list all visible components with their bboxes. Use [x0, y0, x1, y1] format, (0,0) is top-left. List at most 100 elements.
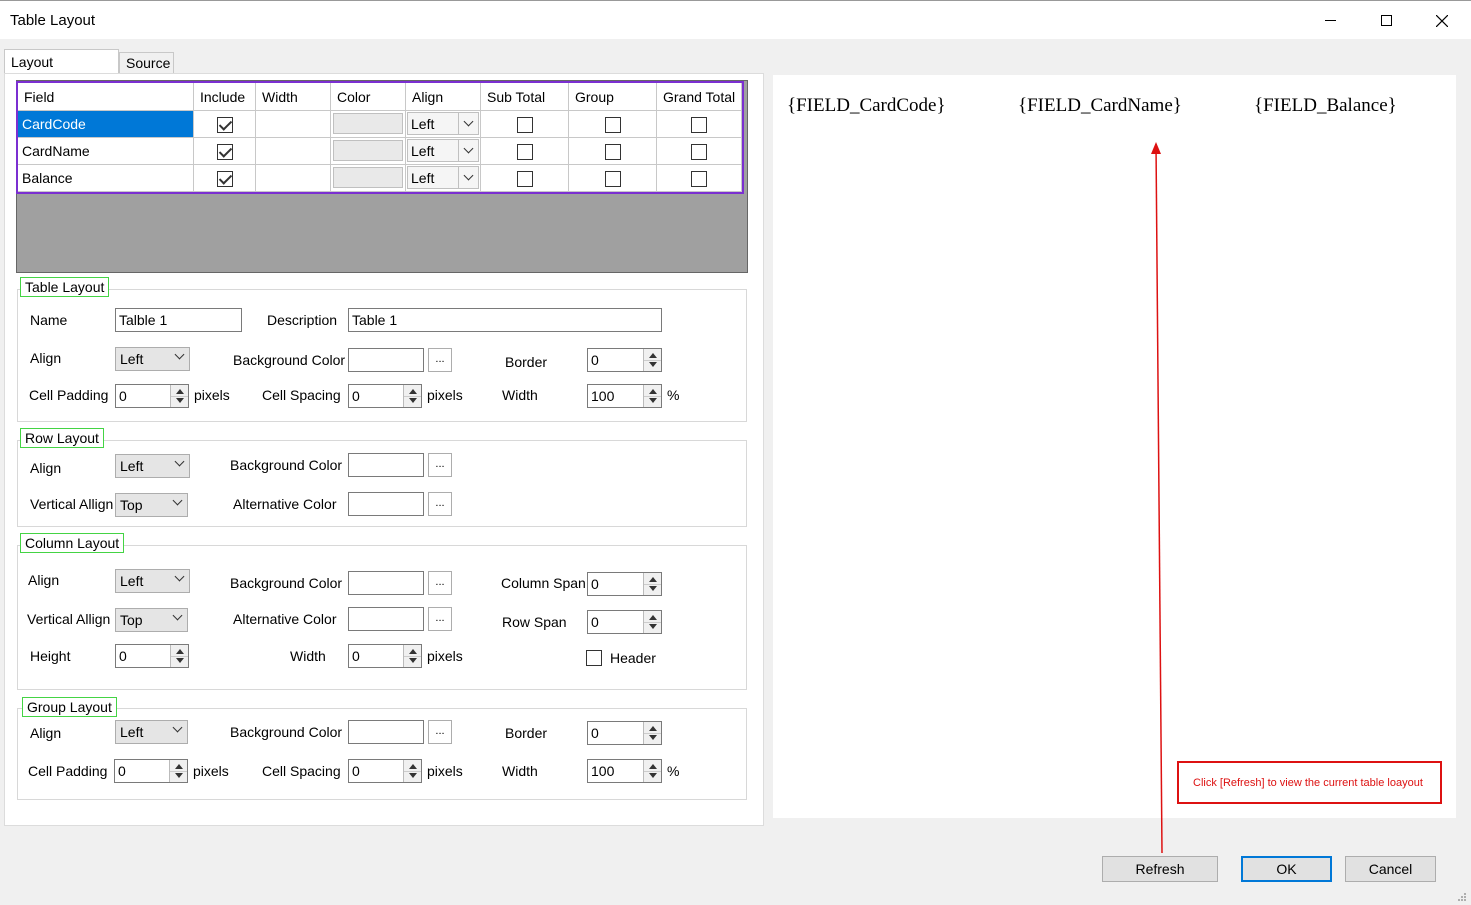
column-bg-color-input[interactable] — [348, 571, 424, 595]
grid-cell-include[interactable] — [194, 165, 256, 192]
grid-header-grand-total[interactable]: Grand Total — [657, 83, 742, 111]
grid-cell-grand-total[interactable] — [657, 165, 742, 192]
spin-down-icon[interactable] — [409, 658, 417, 663]
table-cell-spacing-stepper[interactable]: 0 — [348, 384, 422, 408]
table-width-stepper[interactable]: 100 — [587, 384, 662, 408]
spin-up-icon[interactable] — [649, 389, 657, 394]
grid-cell-field[interactable]: CardCode — [18, 111, 194, 138]
cancel-button[interactable]: Cancel — [1345, 856, 1436, 882]
table-border-stepper[interactable]: 0 — [587, 348, 662, 372]
grid-cell-color[interactable] — [331, 165, 406, 192]
row-alt-color-input[interactable] — [348, 492, 424, 516]
spin-up-icon[interactable] — [175, 764, 183, 769]
column-valign-select[interactable]: Top — [115, 608, 188, 632]
grid-cell-align[interactable]: Left — [406, 138, 481, 165]
grid-cell-sub-total[interactable] — [481, 165, 569, 192]
row-bg-color-input[interactable] — [348, 453, 424, 477]
close-button[interactable] — [1414, 1, 1470, 40]
spin-up-icon[interactable] — [409, 389, 417, 394]
grid-cell-grand-total[interactable] — [657, 138, 742, 165]
resize-grip-icon[interactable] — [1457, 892, 1467, 902]
align-dropdown[interactable]: Left — [407, 112, 479, 135]
grid-cell-width[interactable] — [256, 165, 331, 192]
table-name-input[interactable]: Talble 1 — [115, 308, 242, 332]
maximize-button[interactable] — [1358, 1, 1414, 40]
grid-header-sub-total[interactable]: Sub Total — [481, 83, 569, 111]
spin-down-icon[interactable] — [409, 398, 417, 403]
column-align-select[interactable]: Left — [115, 569, 190, 593]
column-height-stepper[interactable]: 0 — [115, 644, 189, 668]
table-bg-color-picker-button[interactable]: ... — [428, 348, 452, 372]
row-valign-select[interactable]: Top — [115, 493, 188, 517]
grid-header-group[interactable]: Group — [569, 83, 657, 111]
column-alt-color-picker-button[interactable]: ... — [428, 607, 452, 631]
include-checkbox[interactable] — [216, 117, 233, 133]
grid-cell-sub-total[interactable] — [481, 138, 569, 165]
table-description-input[interactable]: Table 1 — [348, 308, 662, 332]
tab-layout-designer[interactable]: Layout Designer — [4, 49, 119, 86]
group-checkbox[interactable] — [604, 171, 621, 187]
group-checkbox[interactable] — [604, 144, 621, 160]
header-checkbox[interactable] — [586, 650, 602, 666]
spin-down-icon[interactable] — [649, 362, 657, 367]
tab-source[interactable]: Source — [119, 52, 174, 73]
row-bg-color-picker-button[interactable]: ... — [428, 453, 452, 477]
grid-cell-include[interactable] — [194, 111, 256, 138]
sub-total-checkbox[interactable] — [516, 117, 533, 133]
color-swatch[interactable] — [333, 140, 403, 161]
grid-cell-include[interactable] — [194, 138, 256, 165]
grid-header-align[interactable]: Align — [406, 83, 481, 111]
grand-total-checkbox[interactable] — [691, 171, 707, 187]
grid-cell-field[interactable]: CardName — [18, 138, 194, 165]
spin-down-icon[interactable] — [409, 773, 417, 778]
group-bg-color-picker-button[interactable]: ... — [428, 720, 452, 744]
color-swatch[interactable] — [333, 167, 403, 188]
grand-total-checkbox[interactable] — [691, 144, 707, 160]
grid-header-color[interactable]: Color — [331, 83, 406, 111]
grid-header-field[interactable]: Field — [18, 83, 194, 111]
table-bg-color-input[interactable] — [348, 348, 424, 372]
grid-cell-color[interactable] — [331, 138, 406, 165]
spin-up-icon[interactable] — [649, 615, 657, 620]
row-span-stepper[interactable]: 0 — [587, 610, 662, 634]
column-alt-color-input[interactable] — [348, 607, 424, 631]
grid-cell-align[interactable]: Left — [406, 165, 481, 192]
spin-up-icon[interactable] — [649, 577, 657, 582]
row-align-select[interactable]: Left — [115, 454, 190, 478]
spin-down-icon[interactable] — [649, 624, 657, 629]
spin-up-icon[interactable] — [409, 649, 417, 654]
sub-total-checkbox[interactable] — [516, 171, 533, 187]
spin-up-icon[interactable] — [176, 649, 184, 654]
column-bg-color-picker-button[interactable]: ... — [428, 571, 452, 595]
include-checkbox[interactable] — [216, 144, 233, 160]
group-border-stepper[interactable]: 0 — [587, 721, 662, 745]
spin-down-icon[interactable] — [649, 398, 657, 403]
grid-cell-grand-total[interactable] — [657, 111, 742, 138]
column-width-stepper[interactable]: 0 — [348, 644, 422, 668]
spin-down-icon[interactable] — [176, 398, 184, 403]
grid-cell-sub-total[interactable] — [481, 111, 569, 138]
align-dropdown[interactable]: Left — [407, 139, 479, 162]
group-cell-spacing-stepper[interactable]: 0 — [348, 759, 422, 783]
grid-cell-group[interactable] — [569, 138, 657, 165]
include-checkbox[interactable] — [216, 171, 233, 187]
spin-up-icon[interactable] — [649, 353, 657, 358]
spin-down-icon[interactable] — [649, 773, 657, 778]
grid-header-include[interactable]: Include — [194, 83, 256, 111]
grid-header-width[interactable]: Width — [256, 83, 331, 111]
spin-up-icon[interactable] — [176, 389, 184, 394]
grid-cell-width[interactable] — [256, 138, 331, 165]
grid-cell-color[interactable] — [331, 111, 406, 138]
column-span-stepper[interactable]: 0 — [587, 572, 662, 596]
ok-button[interactable]: OK — [1241, 856, 1332, 882]
group-align-select[interactable]: Left — [115, 720, 188, 744]
spin-up-icon[interactable] — [649, 764, 657, 769]
color-swatch[interactable] — [333, 113, 403, 134]
grid-cell-group[interactable] — [569, 165, 657, 192]
spin-down-icon[interactable] — [649, 586, 657, 591]
grid-cell-group[interactable] — [569, 111, 657, 138]
spin-down-icon[interactable] — [176, 658, 184, 663]
minimize-button[interactable] — [1302, 1, 1358, 40]
spin-up-icon[interactable] — [649, 726, 657, 731]
refresh-button[interactable]: Refresh — [1102, 856, 1218, 882]
